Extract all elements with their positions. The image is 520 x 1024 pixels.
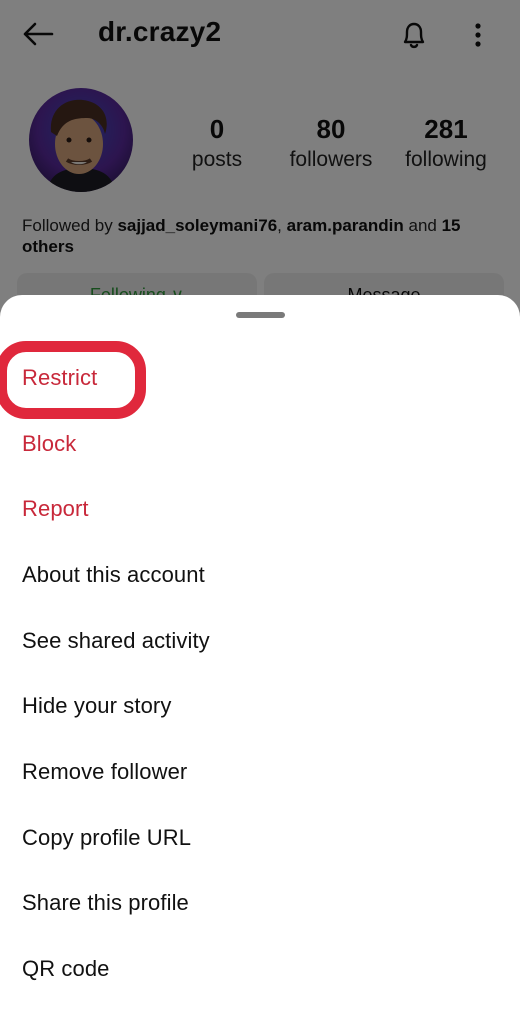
menu-item-report[interactable]: Report — [0, 476, 520, 542]
options-menu: Restrict Block Report About this account… — [0, 345, 520, 1002]
menu-item-hide-your-story[interactable]: Hide your story — [0, 673, 520, 739]
menu-item-copy-profile-url[interactable]: Copy profile URL — [0, 805, 520, 871]
menu-item-about-this-account[interactable]: About this account — [0, 542, 520, 608]
menu-item-qr-code[interactable]: QR code — [0, 936, 520, 1002]
sheet-drag-handle[interactable] — [236, 312, 285, 318]
menu-item-see-shared-activity[interactable]: See shared activity — [0, 608, 520, 674]
options-bottom-sheet: Restrict Block Report About this account… — [0, 295, 520, 1024]
menu-item-block[interactable]: Block — [0, 411, 520, 477]
menu-item-restrict[interactable]: Restrict — [0, 345, 520, 411]
menu-item-remove-follower[interactable]: Remove follower — [0, 739, 520, 805]
menu-item-share-this-profile[interactable]: Share this profile — [0, 871, 520, 937]
